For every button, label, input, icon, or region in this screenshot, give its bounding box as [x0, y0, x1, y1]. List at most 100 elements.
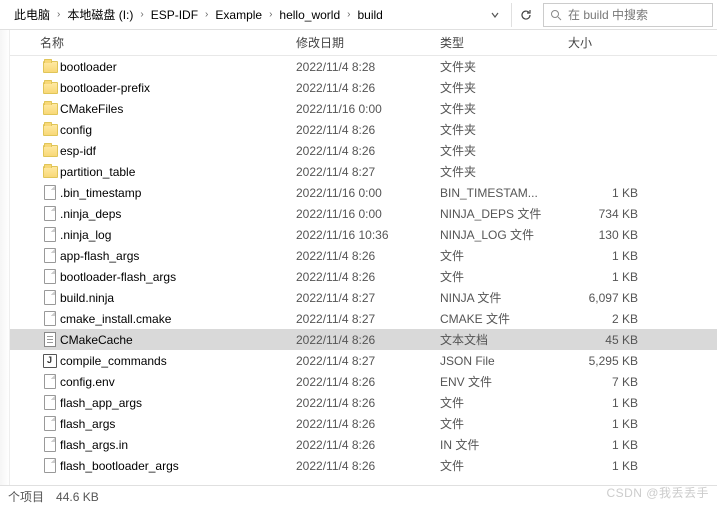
column-headers: 名称 修改日期 类型 大小 — [0, 30, 717, 56]
breadcrumb-segment[interactable]: Example — [211, 3, 266, 27]
file-row[interactable]: esp-idf2022/11/4 8:26文件夹 — [0, 140, 717, 161]
file-row[interactable]: flash_bootloader_args2022/11/4 8:26文件1 K… — [0, 455, 717, 476]
file-row[interactable]: compile_commands2022/11/4 8:27JSON File5… — [0, 350, 717, 371]
file-size: 2 KB — [568, 312, 648, 326]
file-type: NINJA_LOG 文件 — [440, 226, 568, 243]
file-name: CMakeFiles — [60, 102, 296, 116]
file-date: 2022/11/16 10:36 — [296, 228, 440, 242]
file-row[interactable]: .ninja_log2022/11/16 10:36NINJA_LOG 文件13… — [0, 224, 717, 245]
file-name: bootloader — [60, 60, 296, 74]
breadcrumb-segment[interactable]: hello_world — [275, 3, 344, 27]
file-row[interactable]: app-flash_args2022/11/4 8:26文件1 KB — [0, 245, 717, 266]
file-row[interactable]: .bin_timestamp2022/11/16 0:00BIN_TIMESTA… — [0, 182, 717, 203]
file-size: 130 KB — [568, 228, 648, 242]
file-name: config.env — [60, 375, 296, 389]
file-type: 文本文档 — [440, 331, 568, 348]
breadcrumb-segment[interactable]: 本地磁盘 (I:) — [63, 3, 137, 27]
header-type[interactable]: 类型 — [440, 34, 568, 51]
file-name: compile_commands — [60, 354, 296, 368]
folder-icon — [43, 103, 58, 115]
file-type: CMAKE 文件 — [440, 310, 568, 327]
chevron-right-icon: › — [266, 9, 275, 20]
file-name: bootloader-prefix — [60, 81, 296, 95]
file-date: 2022/11/4 8:26 — [296, 417, 440, 431]
file-row[interactable]: bootloader2022/11/4 8:28文件夹 — [0, 56, 717, 77]
file-name: esp-idf — [60, 144, 296, 158]
file-type: 文件 — [440, 457, 568, 474]
file-row[interactable]: flash_app_args2022/11/4 8:26文件1 KB — [0, 392, 717, 413]
file-name: partition_table — [60, 165, 296, 179]
folder-icon — [43, 145, 58, 157]
chevron-right-icon: › — [202, 9, 211, 20]
file-icon — [44, 185, 56, 200]
file-icon — [44, 227, 56, 242]
file-date: 2022/11/4 8:27 — [296, 291, 440, 305]
file-icon — [44, 248, 56, 263]
file-row[interactable]: CMakeCache2022/11/4 8:26文本文档45 KB — [0, 329, 717, 350]
refresh-button[interactable] — [511, 3, 539, 27]
file-row[interactable]: cmake_install.cmake2022/11/4 8:27CMAKE 文… — [0, 308, 717, 329]
folder-icon — [43, 61, 58, 73]
file-type: 文件夹 — [440, 58, 568, 75]
file-date: 2022/11/4 8:26 — [296, 438, 440, 452]
file-date: 2022/11/4 8:26 — [296, 459, 440, 473]
breadcrumb-segment[interactable]: build — [353, 3, 386, 27]
address-toolbar: 此电脑›本地磁盘 (I:)›ESP-IDF›Example›hello_worl… — [0, 0, 717, 30]
file-icon — [44, 374, 56, 389]
file-row[interactable]: partition_table2022/11/4 8:27文件夹 — [0, 161, 717, 182]
file-size: 5,295 KB — [568, 354, 648, 368]
file-size: 1 KB — [568, 459, 648, 473]
file-size: 7 KB — [568, 375, 648, 389]
file-row[interactable]: build.ninja2022/11/4 8:27NINJA 文件6,097 K… — [0, 287, 717, 308]
file-icon — [44, 206, 56, 221]
breadcrumb-segment[interactable]: 此电脑 — [10, 3, 54, 27]
file-row[interactable]: config2022/11/4 8:26文件夹 — [0, 119, 717, 140]
search-input[interactable]: 在 build 中搜索 — [543, 3, 713, 27]
file-size: 734 KB — [568, 207, 648, 221]
file-type: 文件夹 — [440, 142, 568, 159]
file-type: IN 文件 — [440, 436, 568, 453]
file-type: 文件夹 — [440, 100, 568, 117]
json-file-icon — [43, 354, 57, 368]
folder-icon — [43, 166, 58, 178]
file-date: 2022/11/4 8:26 — [296, 375, 440, 389]
header-name[interactable]: 名称 — [40, 34, 296, 51]
file-icon — [44, 416, 56, 431]
header-date[interactable]: 修改日期 — [296, 34, 440, 51]
file-name: flash_bootloader_args — [60, 459, 296, 473]
file-size: 1 KB — [568, 270, 648, 284]
file-name: flash_args.in — [60, 438, 296, 452]
file-name: flash_args — [60, 417, 296, 431]
path-dropdown-button[interactable] — [483, 11, 507, 19]
file-date: 2022/11/4 8:26 — [296, 333, 440, 347]
file-size: 1 KB — [568, 396, 648, 410]
file-name: app-flash_args — [60, 249, 296, 263]
file-type: 文件 — [440, 268, 568, 285]
file-name: config — [60, 123, 296, 137]
file-row[interactable]: CMakeFiles2022/11/16 0:00文件夹 — [0, 98, 717, 119]
file-name: build.ninja — [60, 291, 296, 305]
breadcrumb-segment[interactable]: ESP-IDF — [147, 3, 202, 27]
status-selected-size: 44.6 KB — [56, 490, 99, 504]
file-row[interactable]: flash_args2022/11/4 8:26文件1 KB — [0, 413, 717, 434]
file-icon — [44, 311, 56, 326]
file-name: CMakeCache — [60, 333, 296, 347]
file-date: 2022/11/16 0:00 — [296, 102, 440, 116]
file-date: 2022/11/4 8:26 — [296, 144, 440, 158]
file-date: 2022/11/4 8:27 — [296, 312, 440, 326]
file-type: NINJA 文件 — [440, 289, 568, 306]
file-row[interactable]: flash_args.in2022/11/4 8:26IN 文件1 KB — [0, 434, 717, 455]
file-row[interactable]: .ninja_deps2022/11/16 0:00NINJA_DEPS 文件7… — [0, 203, 717, 224]
file-type: ENV 文件 — [440, 373, 568, 390]
file-row[interactable]: config.env2022/11/4 8:26ENV 文件7 KB — [0, 371, 717, 392]
file-size: 1 KB — [568, 249, 648, 263]
file-row[interactable]: bootloader-prefix2022/11/4 8:26文件夹 — [0, 77, 717, 98]
file-type: 文件夹 — [440, 163, 568, 180]
file-date: 2022/11/4 8:27 — [296, 165, 440, 179]
file-icon — [44, 437, 56, 452]
file-type: 文件夹 — [440, 79, 568, 96]
folder-icon — [43, 82, 58, 94]
header-size[interactable]: 大小 — [568, 34, 648, 51]
breadcrumb[interactable]: 此电脑›本地磁盘 (I:)›ESP-IDF›Example›hello_worl… — [4, 3, 479, 27]
file-row[interactable]: bootloader-flash_args2022/11/4 8:26文件1 K… — [0, 266, 717, 287]
